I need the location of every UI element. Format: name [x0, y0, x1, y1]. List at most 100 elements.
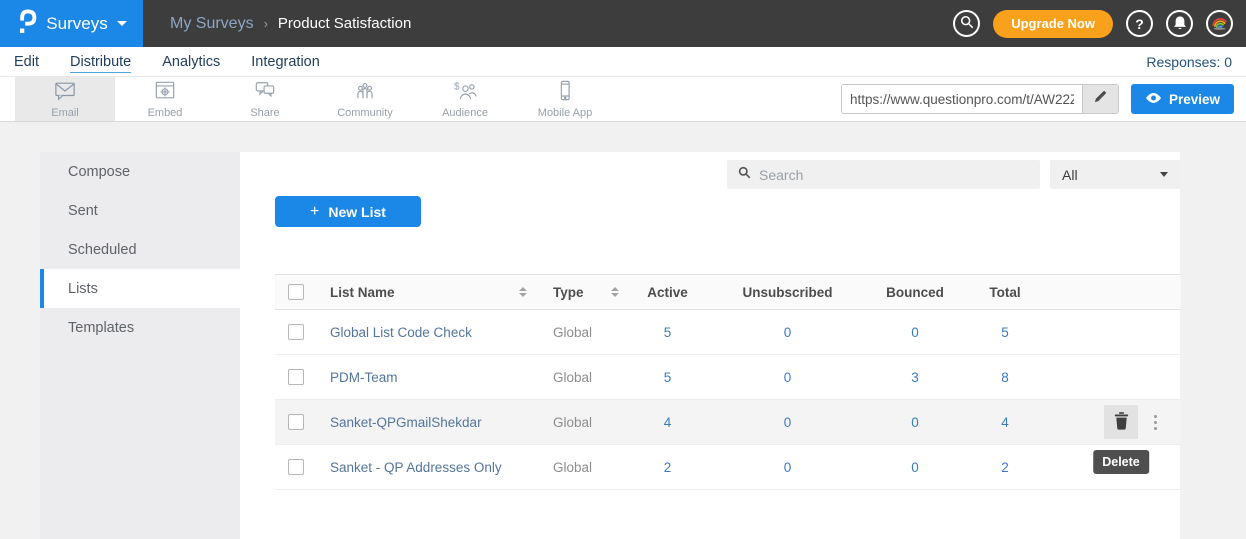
search-icon [738, 166, 751, 184]
unsubscribed-count[interactable]: 0 [784, 370, 792, 385]
table-row[interactable]: Sanket-QPGmailShekdar Global 4 0 0 4 [275, 400, 1181, 445]
edit-url-button[interactable] [1082, 85, 1118, 113]
lists-panel: All + New List List Name Type Active Uns [240, 152, 1180, 539]
sidebar-item-templates[interactable]: Templates [40, 308, 240, 347]
survey-url-input[interactable] [842, 85, 1082, 113]
bounced-count[interactable]: 0 [911, 415, 919, 430]
active-count[interactable]: 2 [664, 460, 672, 475]
pencil-icon [1093, 89, 1108, 109]
responses-count: Responses: 0 [1146, 54, 1246, 70]
notifications-button[interactable] [1166, 10, 1193, 37]
total-count[interactable]: 8 [1001, 370, 1009, 385]
tab-edit[interactable]: Edit [14, 54, 39, 70]
channel-share[interactable]: Share [215, 77, 315, 121]
bounced-count[interactable]: 3 [911, 370, 919, 385]
search-icon [960, 15, 974, 32]
content-area: Compose Sent Scheduled Lists Templates A… [40, 152, 1180, 539]
breadcrumb: My Surveys › Product Satisfaction [170, 15, 411, 33]
sidebar-item-sent[interactable]: Sent [40, 191, 240, 230]
bell-icon [1173, 15, 1187, 33]
survey-url-field [841, 84, 1119, 114]
sidebar-item-scheduled[interactable]: Scheduled [40, 230, 240, 269]
delete-list-button[interactable] [1104, 405, 1138, 439]
unsubscribed-count[interactable]: 0 [784, 415, 792, 430]
column-type: Type [553, 285, 584, 300]
top-header: Surveys My Surveys › Product Satisfactio… [0, 0, 1246, 47]
search-button[interactable] [953, 10, 980, 37]
survey-nav: Edit Distribute Analytics Integration Re… [0, 47, 1246, 76]
sort-icon[interactable] [611, 287, 619, 297]
tab-distribute[interactable]: Distribute [70, 54, 131, 70]
channel-embed[interactable]: Embed [115, 77, 215, 121]
list-filter-dropdown[interactable]: All [1050, 160, 1180, 189]
breadcrumb-my-surveys[interactable]: My Surveys [170, 15, 254, 33]
active-count[interactable]: 5 [664, 325, 672, 340]
upgrade-button[interactable]: Upgrade Now [993, 10, 1113, 38]
list-type: Global [553, 415, 592, 430]
total-count[interactable]: 5 [1001, 325, 1009, 340]
list-toolbar: All [240, 152, 1180, 189]
help-button[interactable]: ? [1126, 10, 1153, 37]
search-input[interactable] [759, 167, 1029, 183]
table-row[interactable]: Global List Code Check Global 5 0 0 5 [275, 310, 1181, 355]
unsubscribed-count[interactable]: 0 [784, 460, 792, 475]
preview-button[interactable]: Preview [1131, 84, 1234, 114]
row-checkbox[interactable] [288, 324, 304, 340]
embed-icon [154, 80, 176, 106]
mobile-app-icon [554, 80, 576, 106]
total-count[interactable]: 4 [1001, 415, 1009, 430]
tab-analytics[interactable]: Analytics [162, 54, 220, 70]
list-name-link[interactable]: Sanket-QPGmailShekdar [330, 415, 482, 430]
filter-value: All [1062, 167, 1078, 183]
distribute-sidebar: Compose Sent Scheduled Lists Templates [40, 152, 240, 539]
trash-icon [1113, 411, 1130, 433]
channel-email[interactable]: Email [15, 77, 115, 121]
audience-icon: $ [453, 80, 477, 106]
list-name-link[interactable]: Sanket - QP Addresses Only [330, 460, 502, 475]
unsubscribed-count[interactable]: 0 [784, 325, 792, 340]
total-count[interactable]: 2 [1001, 460, 1009, 475]
header-actions: Upgrade Now ? [953, 10, 1246, 38]
column-unsubscribed: Unsubscribed [710, 285, 865, 300]
column-total: Total [965, 285, 1045, 300]
column-bounced: Bounced [865, 285, 965, 300]
tab-integration[interactable]: Integration [251, 54, 320, 70]
select-all-checkbox[interactable] [288, 284, 304, 300]
email-icon [53, 80, 77, 106]
sidebar-item-compose[interactable]: Compose [40, 152, 240, 191]
sidebar-item-lists[interactable]: Lists [40, 269, 240, 308]
active-count[interactable]: 4 [664, 415, 672, 430]
row-checkbox[interactable] [288, 459, 304, 475]
list-name-link[interactable]: Global List Code Check [330, 325, 472, 340]
new-list-button[interactable]: + New List [275, 196, 421, 227]
row-menu-button[interactable] [1152, 411, 1159, 434]
app-menu-label: Surveys [46, 14, 107, 34]
channel-audience[interactable]: $ Audience [415, 77, 515, 121]
column-active: Active [625, 285, 710, 300]
account-avatar[interactable] [1206, 10, 1233, 37]
sort-icon[interactable] [519, 287, 527, 297]
row-checkbox[interactable] [288, 414, 304, 430]
list-type: Global [553, 325, 592, 340]
bounced-count[interactable]: 0 [911, 460, 919, 475]
table-header-row: List Name Type Active Unsubscribed Bounc… [275, 274, 1181, 310]
table-row[interactable]: PDM-Team Global 5 0 3 8 [275, 355, 1181, 400]
breadcrumb-separator: › [264, 16, 268, 31]
table-row[interactable]: Sanket - QP Addresses Only Global 2 0 0 … [275, 445, 1181, 490]
list-search-box [727, 160, 1040, 189]
page-title: Product Satisfaction [278, 15, 411, 32]
chevron-down-icon [1160, 172, 1168, 177]
share-icon [254, 80, 276, 106]
channel-mobile-app[interactable]: Mobile App [515, 77, 615, 121]
row-checkbox[interactable] [288, 369, 304, 385]
active-count[interactable]: 5 [664, 370, 672, 385]
eye-icon [1145, 92, 1162, 107]
bounced-count[interactable]: 0 [911, 325, 919, 340]
surveys-app-menu[interactable]: Surveys [0, 0, 143, 47]
column-list-name: List Name [330, 285, 395, 300]
channel-community[interactable]: Community [315, 77, 415, 121]
plus-icon: + [310, 203, 319, 221]
list-name-link[interactable]: PDM-Team [330, 370, 398, 385]
avatar-gauge-icon [1210, 14, 1229, 34]
community-icon [354, 80, 376, 106]
